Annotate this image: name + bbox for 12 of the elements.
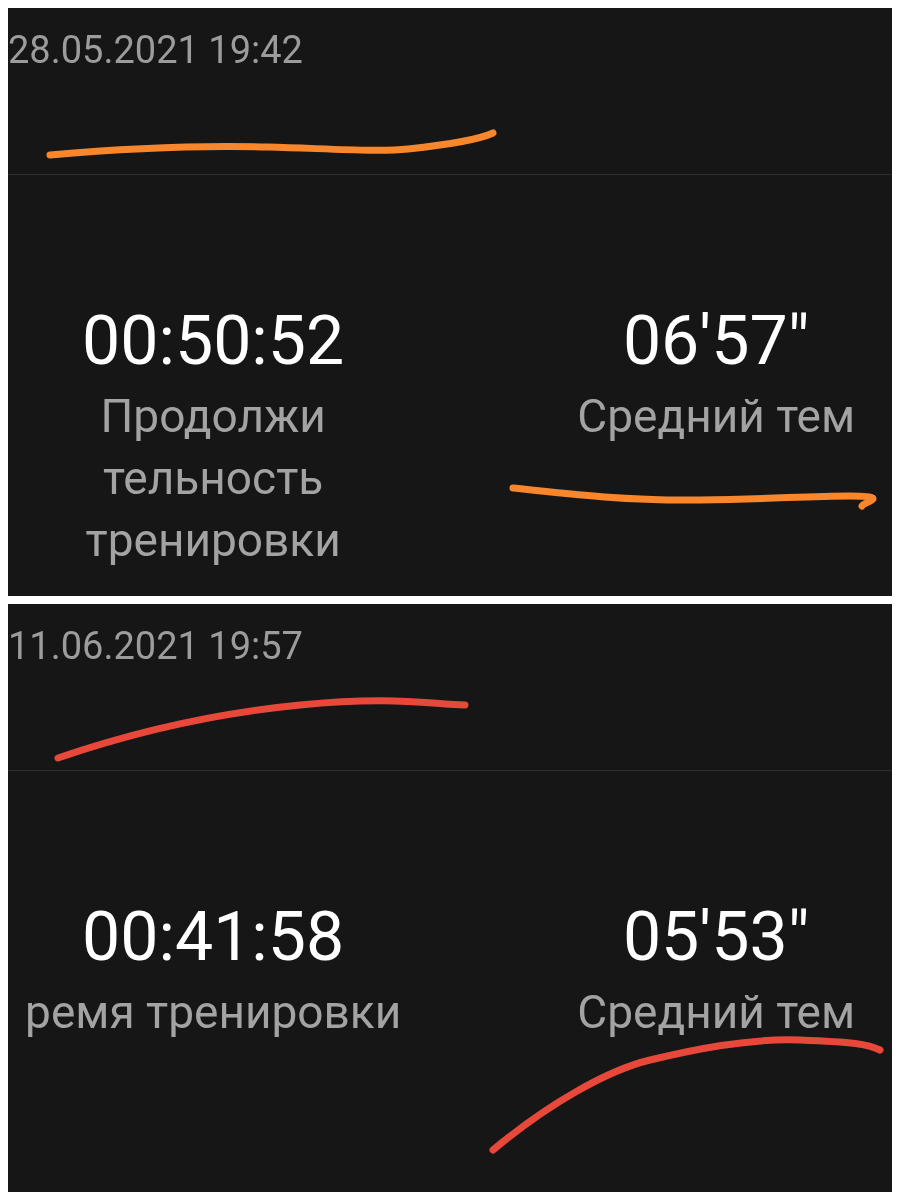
stat-label: тренировки xyxy=(85,512,341,569)
stat-label: Средний тем xyxy=(577,984,856,1041)
stat-value: 06'57" xyxy=(622,303,810,379)
stat-label: Средний тем xyxy=(577,388,856,445)
workout-date: 11.06.2021 19:57 xyxy=(8,624,304,668)
stat-label: Продолжи xyxy=(100,388,326,445)
stat-value: 05'53" xyxy=(622,899,810,975)
stat-value: 00:50:52 xyxy=(82,303,345,379)
workout-date: 28.05.2021 19:42 xyxy=(8,28,304,72)
stat-label: ремя тренировки xyxy=(25,984,402,1041)
stat-value: 00:41:58 xyxy=(82,899,345,975)
stat-label: тельность xyxy=(103,450,324,507)
